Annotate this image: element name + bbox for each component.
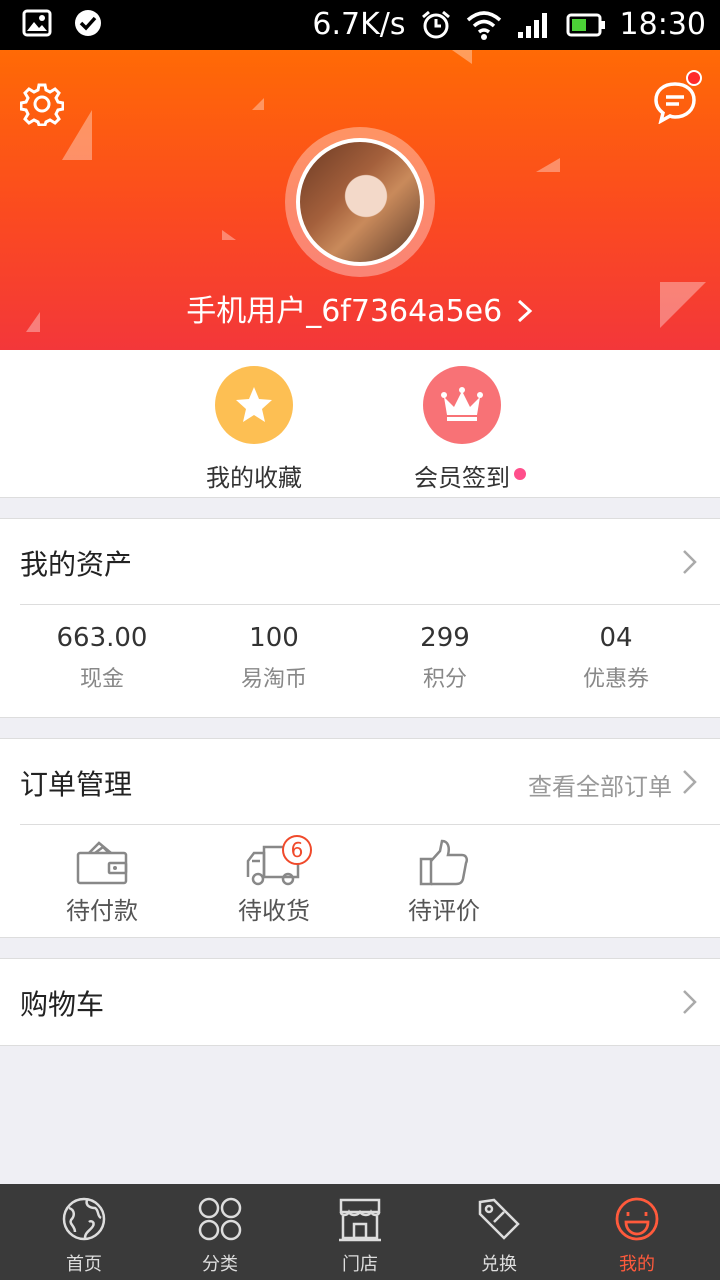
asset-coins[interactable]: 100 易淘币 [204, 605, 344, 717]
username-link[interactable]: 手机用户_6f7364a5e6 [0, 286, 720, 330]
tab-store[interactable]: 门店 [305, 1196, 415, 1276]
order-count-badge: 6 [282, 835, 312, 865]
chevron-right-icon [517, 299, 533, 323]
tab-mine[interactable]: 我的 [582, 1196, 692, 1276]
decor-triangle [252, 98, 264, 110]
clock: 18:30 [619, 7, 706, 42]
battery-icon [566, 13, 605, 37]
asset-label: 易淘币 [240, 667, 307, 692]
tab-label: 首页 [66, 1254, 102, 1275]
tab-category[interactable]: 分类 [165, 1196, 275, 1276]
favorites-button[interactable]: 我的收藏 [184, 366, 324, 493]
asset-value: 663.00 [56, 623, 148, 653]
orders-title: 订单管理 [20, 768, 133, 801]
message-icon[interactable] [652, 80, 698, 124]
order-pending-payment[interactable]: 待付款 [32, 839, 172, 926]
signal-icon [517, 13, 547, 38]
tab-home[interactable]: 首页 [29, 1196, 139, 1276]
orders-header[interactable]: 订单管理 查看全部订单 [20, 739, 720, 825]
checkin-circle [423, 366, 501, 444]
store-icon [339, 1198, 381, 1242]
tab-exchange[interactable]: 兑换 [444, 1196, 554, 1276]
avatar[interactable] [285, 127, 435, 277]
asset-points[interactable]: 299 积分 [344, 605, 546, 717]
crown-icon [441, 387, 483, 421]
decor-triangle [452, 50, 472, 64]
checkin-label: 会员签到 [414, 464, 510, 492]
tag-icon [478, 1198, 520, 1240]
assets-header[interactable]: 我的资产 [20, 519, 720, 605]
order-pending-receipt[interactable]: 6 待收货 [204, 835, 344, 926]
profile-header: 手机用户_6f7364a5e6 [0, 50, 720, 350]
asset-cash[interactable]: 663.00 现金 [0, 605, 204, 717]
asset-value: 04 [599, 623, 633, 653]
asset-value: 100 [249, 623, 299, 653]
chevron-right-icon [683, 550, 697, 574]
decor-triangle [62, 110, 92, 160]
order-pending-review[interactable]: 待评价 [374, 839, 514, 926]
smile-icon [615, 1197, 659, 1241]
order-label: 待付款 [66, 897, 138, 925]
orders-row: 待付款 6 待收货 待评价 [0, 825, 720, 937]
decor-triangle [222, 230, 236, 240]
globe-icon [62, 1197, 106, 1241]
image-notification-icon [22, 9, 52, 37]
favorites-circle [215, 366, 293, 444]
settings-gear-icon[interactable] [20, 82, 64, 126]
avatar-photo [296, 138, 424, 266]
network-speed: 6.7K/s [312, 7, 406, 42]
thumbs-up-icon [419, 839, 469, 886]
bottom-tab-bar: 首页 分类 门店 兑换 我的 [0, 1184, 720, 1280]
star-icon [236, 387, 272, 422]
decor-triangle [536, 158, 560, 172]
chevron-right-icon [683, 990, 697, 1014]
order-label: 待评价 [408, 897, 480, 925]
asset-value: 299 [420, 623, 470, 653]
assets-row: 663.00 现金 100 易淘币 299 积分 04 优惠券 [0, 605, 720, 717]
asset-label: 积分 [422, 667, 467, 692]
assets-section: 我的资产 663.00 现金 100 易淘币 299 积分 04 优惠券 [0, 518, 720, 718]
message-unread-dot [686, 70, 702, 86]
favorites-label: 我的收藏 [206, 464, 302, 492]
cart-row[interactable]: 购物车 [20, 959, 720, 1045]
wallet-icon [76, 841, 128, 885]
tab-label: 门店 [342, 1254, 378, 1275]
orders-section: 订单管理 查看全部订单 待付款 6 待收货 待评价 [0, 738, 720, 938]
asset-label: 优惠券 [582, 667, 649, 692]
username-text: 手机用户_6f7364a5e6 [186, 294, 503, 329]
status-bar: 6.7K/s 18:30 [0, 0, 720, 50]
asset-coupons[interactable]: 04 优惠券 [546, 605, 686, 717]
alarm-icon [421, 10, 450, 39]
asset-label: 现金 [79, 667, 124, 692]
view-all-orders-link[interactable]: 查看全部订单 [528, 767, 672, 802]
cart-section[interactable]: 购物车 [0, 958, 720, 1046]
checkin-notification-dot [514, 468, 526, 480]
chevron-right-icon [683, 770, 697, 794]
tab-label: 我的 [619, 1254, 655, 1275]
grid-icon [198, 1197, 242, 1241]
tab-label: 兑换 [481, 1254, 517, 1275]
tab-label: 分类 [202, 1254, 238, 1275]
cart-title: 购物车 [20, 988, 105, 1021]
quick-actions: 我的收藏 会员签到 [0, 350, 720, 498]
member-checkin-button[interactable]: 会员签到 [392, 366, 532, 493]
check-circle-icon [75, 10, 101, 36]
assets-title: 我的资产 [20, 548, 133, 581]
wifi-icon [466, 11, 501, 40]
order-label: 待收货 [238, 897, 310, 925]
